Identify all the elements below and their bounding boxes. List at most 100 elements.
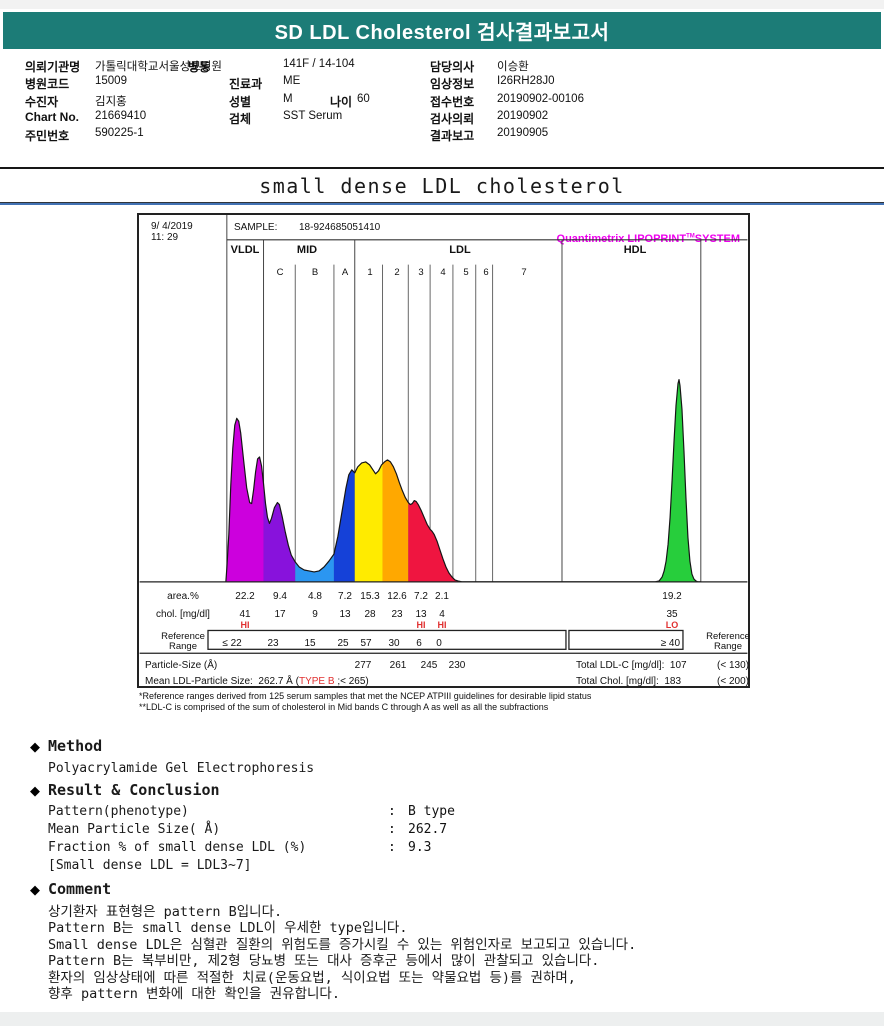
patient-value: 590225-1 <box>95 127 144 139</box>
result-row-value: 262.7 <box>408 822 448 837</box>
sub-band-label: B <box>311 267 319 278</box>
reference-value: 15 <box>304 638 316 649</box>
chol-value: 35 <box>666 609 678 620</box>
chol-flag: HI <box>416 620 426 630</box>
divider-black <box>0 167 884 169</box>
area-value: 12.6 <box>387 591 407 602</box>
patient-value: 15009 <box>95 75 127 87</box>
reference-range-label: Range <box>169 641 197 652</box>
patient-label: 병동 <box>188 60 211 74</box>
reference-value: 23 <box>267 638 279 649</box>
patient-row: 주민번호 590225-1 결과보고 20190905 <box>0 127 884 143</box>
patient-value: SST Serum <box>283 110 343 122</box>
diamond-bullet-icon: ◆ <box>30 783 40 798</box>
mean-particle-size-row: Mean LDL-Particle Size: 262.7 Å (TYPE B … <box>145 676 369 687</box>
chol-value: 13 <box>415 609 427 620</box>
reference-value: ≤ 22 <box>222 638 242 649</box>
section-title: small dense LDL cholesterol <box>259 174 625 198</box>
chol-value: 17 <box>274 609 286 620</box>
divider-blue <box>0 202 884 205</box>
area-row-label: area.% <box>167 591 199 602</box>
total-ldl-ref: (< 130) <box>717 660 749 671</box>
chol-value: 28 <box>364 609 376 620</box>
reference-hdl-value: ≥ 40 <box>660 638 680 649</box>
patient-label: 의뢰기관명 <box>25 60 81 74</box>
lipoprint-chart: 9/ 4/2019 11: 29 SAMPLE: 18-924685051410… <box>137 213 750 688</box>
mean-type-flag: TYPE B <box>298 676 335 687</box>
method-heading: Method <box>48 737 103 755</box>
chol-value: 4 <box>439 609 445 620</box>
area-value: 22.2 <box>235 591 255 602</box>
area-value: 19.2 <box>662 591 682 602</box>
patient-label: 수진자 <box>25 95 59 109</box>
total-chol-label: Total Chol. [mg/dl]: 183 <box>576 676 682 687</box>
mean-suffix: ;< 265) <box>334 676 369 687</box>
result-row-sep: : <box>388 822 396 837</box>
particle-size-value: 230 <box>448 660 466 671</box>
result-row-sep: : <box>388 840 396 855</box>
reference-value: 0 <box>436 638 442 649</box>
total-chol-ref: (< 200) <box>717 676 749 687</box>
result-row-value: 9.3 <box>408 840 432 855</box>
patient-value: 21669410 <box>95 110 147 122</box>
reference-value: 57 <box>360 638 372 649</box>
footnote-2: **LDL-C is comprised of the sum of chole… <box>139 702 549 712</box>
report-title: SD LDL Cholesterol 검사결과보고서 <box>274 22 610 44</box>
band-group-label: MID <box>296 244 318 256</box>
patient-row: 병원코드 15009 진료과 ME 임상정보 I26RH28J0 <box>0 75 884 91</box>
reference-value: 25 <box>337 638 349 649</box>
patient-label: 검사의뢰 <box>430 112 475 126</box>
sub-band-label: C <box>276 267 284 278</box>
patient-value: I26RH28J0 <box>497 75 555 87</box>
result-note: [Small dense LDL = LDL3~7] <box>48 858 252 873</box>
patient-value: 이승환 <box>497 61 529 73</box>
chol-value: 9 <box>312 609 318 620</box>
method-body: Polyacrylamide Gel Electrophoresis <box>48 761 315 776</box>
patient-label: 결과보고 <box>430 129 475 143</box>
sub-band-label: A <box>341 267 349 278</box>
particle-size-value: 277 <box>354 660 372 671</box>
result-row-sep: : <box>388 804 396 819</box>
patient-value: M <box>283 93 293 105</box>
total-ldl-label: Total LDL-C [mg/dl]: 107 <box>576 660 687 671</box>
band-group-label: LDL <box>449 244 471 256</box>
top-strip <box>0 0 884 9</box>
area-value: 2.1 <box>435 591 449 602</box>
result-heading: Result & Conclusion <box>48 781 220 799</box>
patient-label: 접수번호 <box>430 95 475 109</box>
particle-size-label: Particle-Size (Å) <box>145 660 218 671</box>
patient-label: 나이 <box>330 95 353 109</box>
patient-label: Chart No. <box>25 110 79 124</box>
diamond-bullet-icon: ◆ <box>30 739 40 754</box>
patient-label: 병원코드 <box>25 77 70 91</box>
patient-row: 의뢰기관명 가톨릭대학교서울성모병원 병동 141F / 14-104 담당의사 이승환 <box>0 58 884 74</box>
patient-label: 검체 <box>229 112 252 126</box>
comment-line: 향후 pattern 변화에 대한 확인을 권유합니다. <box>48 986 340 1002</box>
patient-value: 20190902-00106 <box>497 93 584 105</box>
patient-row: Chart No. 21669410 검체 SST Serum 검사의뢰 20190902 <box>0 110 884 126</box>
patient-label: 임상정보 <box>430 77 475 91</box>
sub-band-label: 1 <box>367 267 373 278</box>
result-row-label: Mean Particle Size( Å) <box>48 822 221 837</box>
particle-size-value: 261 <box>389 660 407 671</box>
patient-value: 141F / 14-104 <box>283 58 355 70</box>
comment-heading: Comment <box>48 880 112 898</box>
chol-flag: HI <box>437 620 447 630</box>
chol-flag: LO <box>665 620 679 630</box>
mean-prefix: Mean LDL-Particle Size: 262.7 Å ( <box>145 676 299 687</box>
result-row-value: B type <box>408 804 455 819</box>
sub-band-label: 4 <box>440 267 446 278</box>
patient-value: 60 <box>357 93 370 105</box>
patient-label: 주민번호 <box>25 129 70 143</box>
chol-value: 23 <box>391 609 403 620</box>
patient-value: ME <box>283 75 301 87</box>
reference-value: 6 <box>416 638 422 649</box>
patient-label: 성별 <box>229 95 252 109</box>
chol-value: 13 <box>339 609 351 620</box>
particle-size-value: 245 <box>420 660 438 671</box>
result-row-label: Pattern(phenotype) <box>48 804 189 819</box>
chol-row-label: chol. [mg/dl] <box>156 609 210 620</box>
area-value: 7.2 <box>414 591 428 602</box>
band-group-label: HDL <box>623 244 647 256</box>
patient-value: 김지홍 <box>95 96 127 108</box>
